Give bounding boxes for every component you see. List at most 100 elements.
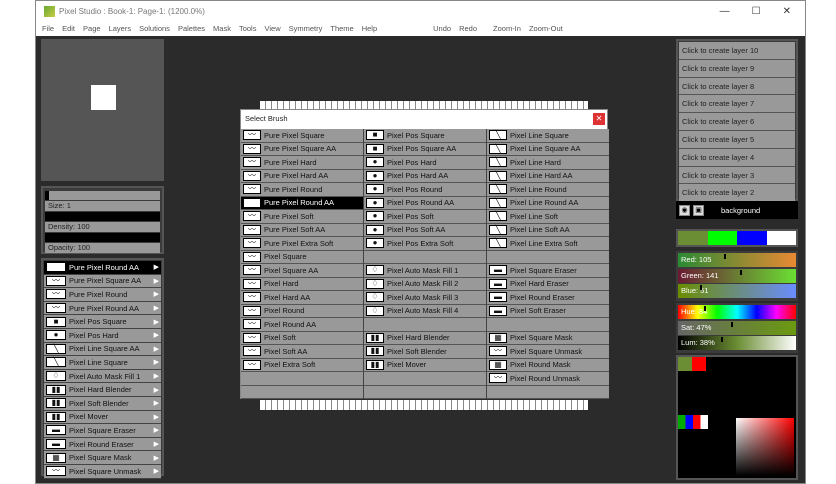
color-swatch[interactable] — [766, 231, 796, 245]
brush-option[interactable]: ● Pixel Pos Round — [364, 183, 486, 197]
lum-slider[interactable]: Lum: 38% — [678, 336, 796, 350]
menu-layers[interactable]: Layers — [109, 24, 132, 33]
brush-option[interactable]: ♢ Pixel Auto Mask Fill 2 — [364, 277, 486, 291]
brush-list-item[interactable]: ■ Pixel Pos Square ▶ — [44, 315, 161, 329]
brush-option[interactable]: 〰 Pixel Square — [241, 250, 363, 264]
layer-background[interactable]: ◉ ▣ background — [676, 201, 798, 219]
brush-option[interactable]: ● Pixel Pos Round AA — [364, 196, 486, 210]
brush-option[interactable]: ╲ Pixel Line Round AA — [487, 196, 609, 210]
brush-option[interactable]: 〰 Pixel Square Unmask — [487, 345, 609, 359]
opacity-slider[interactable] — [45, 233, 160, 242]
brush-list-item[interactable]: 〰 Pure Pixel Round AA ▶ — [44, 261, 161, 275]
brush-option[interactable]: 〰 Pixel Round — [241, 304, 363, 318]
brush-option[interactable]: 〰 Pixel Soft — [241, 331, 363, 345]
brush-list-item[interactable]: ╲ Pixel Line Square AA ▶ — [44, 342, 161, 357]
brush-list-item[interactable]: 〰 Pixel Square Unmask ▶ — [44, 464, 161, 479]
lum-knob[interactable] — [720, 337, 723, 342]
brush-list-item[interactable]: ▮▮ Pixel Soft Blender ▶ — [44, 396, 161, 411]
color-picker-square[interactable] — [736, 418, 794, 476]
green-slider[interactable]: Green: 141 — [678, 268, 796, 283]
brush-option[interactable]: 〰 Pure Pixel Soft AA — [241, 223, 363, 237]
brush-option[interactable]: ▮▮ Pixel Soft Blender — [364, 345, 486, 359]
brush-option[interactable]: 〰 Pixel Hard — [241, 277, 363, 291]
brush-option[interactable]: ● Pixel Pos Hard AA — [364, 169, 486, 183]
menu-file[interactable]: File — [42, 24, 54, 33]
brush-option[interactable]: 〰 Pixel Round Unmask — [487, 372, 609, 386]
close-button[interactable]: ✕ — [783, 6, 791, 17]
sat-slider[interactable]: Sat: 47% — [678, 320, 796, 335]
brush-option[interactable]: ▬ Pixel Soft Eraser — [487, 304, 609, 318]
brush-option[interactable]: ▦ Pixel Round Mask — [487, 358, 609, 372]
color-swatch[interactable] — [678, 231, 708, 245]
brush-list-item[interactable]: ♢ Pixel Auto Mask Fill 1 ▶ — [44, 369, 161, 384]
brush-option[interactable]: 〰 Pure Pixel Extra Soft — [241, 237, 363, 251]
brush-option[interactable]: 〰 Pixel Hard AA — [241, 291, 363, 305]
brush-option[interactable]: 〰 Pixel Soft AA — [241, 345, 363, 359]
create-layer-button[interactable]: Click to create layer 4 — [679, 148, 795, 167]
create-layer-button[interactable]: Click to create layer 10 — [679, 42, 795, 60]
menu-edit[interactable]: Edit — [62, 24, 75, 33]
color-palette[interactable] — [676, 355, 798, 480]
brush-option[interactable]: ╲ Pixel Line Hard AA — [487, 169, 609, 183]
hue-slider[interactable]: Hue: 84 — [678, 305, 796, 319]
brush-list-item[interactable]: ▮▮ Pixel Hard Blender ▶ — [44, 383, 161, 397]
menu-redo[interactable]: Redo — [459, 24, 477, 33]
red-knob[interactable] — [724, 254, 727, 259]
brush-option[interactable]: 〰 Pixel Square AA — [241, 264, 363, 278]
secondary-color[interactable] — [692, 357, 706, 371]
brush-option[interactable]: 〰 Pure Pixel Soft — [241, 210, 363, 224]
create-layer-button[interactable]: Click to create layer 2 — [679, 184, 795, 203]
brush-list-item[interactable]: ╲ Pixel Line Square ▶ — [44, 356, 161, 370]
brush-option[interactable]: 〰 Pure Pixel Hard AA — [241, 169, 363, 183]
brush-option[interactable]: ╲ Pixel Line Square AA — [487, 142, 609, 156]
visibility-eye-icon[interactable]: ◉ — [679, 204, 690, 216]
brush-option[interactable]: ▬ Pixel Hard Eraser — [487, 277, 609, 291]
brush-option[interactable]: ♢ Pixel Auto Mask Fill 4 — [364, 304, 486, 318]
brush-option[interactable]: 〰 Pixel Round AA — [241, 318, 363, 332]
brush-option[interactable]: 〰 Pure Pixel Hard — [241, 156, 363, 170]
brush-list-item[interactable]: ▬ Pixel Round Eraser ▶ — [44, 437, 161, 452]
density-slider[interactable] — [45, 212, 160, 221]
menu-solutions[interactable]: Solutions — [139, 24, 170, 33]
primary-color[interactable] — [678, 357, 692, 371]
brush-option[interactable]: ╲ Pixel Line Soft — [487, 210, 609, 224]
menu-tools[interactable]: Tools — [239, 24, 257, 33]
brush-option[interactable]: ● Pixel Pos Soft — [364, 210, 486, 224]
brush-list-item[interactable]: 〰 Pure Pixel Square AA ▶ — [44, 274, 161, 289]
brush-option[interactable]: ╲ Pixel Line Hard — [487, 156, 609, 170]
brush-option[interactable]: ● Pixel Pos Extra Soft — [364, 237, 486, 251]
brush-option[interactable]: 〰 Pure Pixel Square — [241, 129, 363, 143]
brush-option[interactable]: ● Pixel Pos Soft AA — [364, 223, 486, 237]
brush-option[interactable]: ▬ Pixel Square Eraser — [487, 264, 609, 278]
minimize-button[interactable]: — — [720, 6, 730, 17]
brush-option[interactable]: ╲ Pixel Line Extra Soft — [487, 237, 609, 251]
brush-option[interactable]: ● Pixel Pos Hard — [364, 156, 486, 170]
brush-list-item[interactable]: ▦ Pixel Square Mask ▶ — [44, 451, 161, 465]
brush-option[interactable]: 〰 Pixel Extra Soft — [241, 358, 363, 372]
brush-option[interactable]: ■ Pixel Pos Square AA — [364, 142, 486, 156]
green-knob[interactable] — [739, 269, 742, 275]
create-layer-button[interactable]: Click to create layer 5 — [679, 130, 795, 149]
page-preview[interactable] — [41, 39, 164, 181]
menu-view[interactable]: View — [264, 24, 280, 33]
recent-colors[interactable] — [678, 415, 708, 429]
create-layer-button[interactable]: Click to create layer 6 — [679, 113, 795, 131]
menu-symmetry[interactable]: Symmetry — [289, 24, 323, 33]
brush-option[interactable]: ╲ Pixel Line Soft AA — [487, 223, 609, 237]
menu-mask[interactable]: Mask — [213, 24, 231, 33]
create-layer-button[interactable]: Click to create layer 9 — [679, 59, 795, 78]
maximize-button[interactable]: ☐ — [752, 6, 761, 17]
brush-option[interactable]: ▮▮ Pixel Mover — [364, 358, 486, 372]
brush-option[interactable]: ♢ Pixel Auto Mask Fill 3 — [364, 291, 486, 305]
create-layer-button[interactable]: Click to create layer 8 — [679, 77, 795, 96]
blue-knob[interactable] — [700, 285, 703, 290]
brush-option[interactable]: ╲ Pixel Line Round — [487, 183, 609, 197]
lock-icon[interactable]: ▣ — [693, 204, 704, 216]
brush-option[interactable]: ▮▮ Pixel Hard Blender — [364, 331, 486, 345]
color-swatch[interactable] — [707, 231, 737, 245]
red-slider[interactable]: Red: 105 — [678, 253, 796, 267]
dialog-close-button[interactable]: ✕ — [593, 113, 605, 125]
create-layer-button[interactable]: Click to create layer 7 — [679, 95, 795, 114]
brush-option[interactable]: 〰 Pure Pixel Round AA — [241, 196, 363, 210]
brush-option[interactable]: ╲ Pixel Line Square — [487, 129, 609, 143]
